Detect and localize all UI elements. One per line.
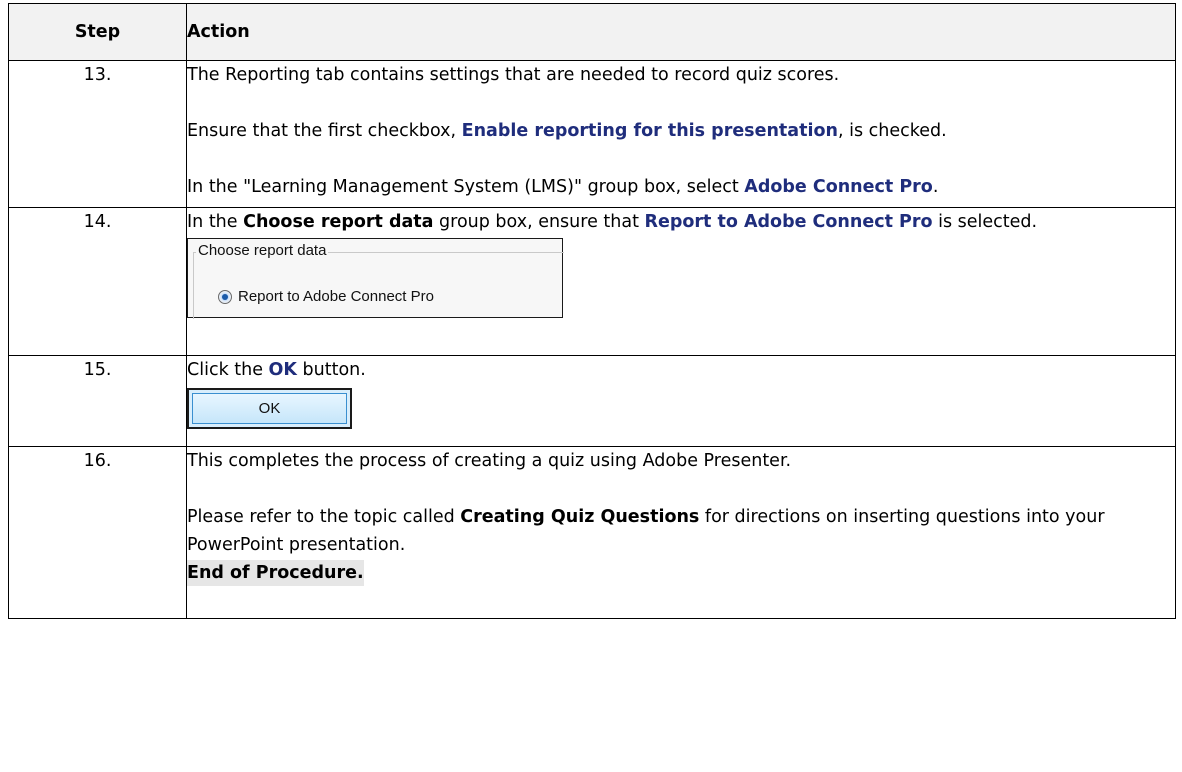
step-text: In the Choose report data group box, ens… xyxy=(187,208,1175,236)
step-sentence: In the "Learning Management System (LMS)… xyxy=(187,177,745,197)
header-step: Step xyxy=(8,3,187,61)
bold-choose-report-data: Choose report data xyxy=(243,212,434,232)
keyword-ok: OK xyxy=(268,360,297,380)
table-row: 14. In the Choose report data group box,… xyxy=(8,207,1176,356)
group-box-legend: Choose report data xyxy=(196,242,329,260)
step-sentence: button. xyxy=(296,360,366,380)
procedure-table: Step Action 13. The Reporting tab contai… xyxy=(8,3,1176,619)
table-row: 15. Click the OK button. OK xyxy=(8,355,1176,447)
step-text: Click the OK button. xyxy=(187,356,1175,384)
keyword-report-to-adobe-connect-pro: Report to Adobe Connect Pro xyxy=(644,212,933,232)
step-sentence: is selected. xyxy=(932,212,1038,232)
step-action: This completes the process of creating a… xyxy=(186,446,1176,619)
keyword-enable-reporting: Enable reporting for this presentation xyxy=(461,121,838,141)
step-text: The Reporting tab contains settings that… xyxy=(187,61,1175,89)
step-sentence: group box, ensure that xyxy=(433,212,645,232)
table-row: 13. The Reporting tab contains settings … xyxy=(8,60,1176,208)
radio-label[interactable]: Report to Adobe Connect Pro xyxy=(238,288,434,306)
step-action: In the Choose report data group box, ens… xyxy=(186,207,1176,356)
step-sentence: , is checked. xyxy=(837,121,947,141)
step-number: 16. xyxy=(8,446,187,619)
step-sentence: Please refer to the topic called xyxy=(187,507,461,527)
end-of-procedure-line: End of Procedure. xyxy=(187,559,1175,587)
ok-button-face[interactable]: OK xyxy=(192,393,347,424)
step-sentence: In the xyxy=(187,212,244,232)
step-text: This completes the process of creating a… xyxy=(187,447,1175,475)
step-text: Ensure that the first checkbox, Enable r… xyxy=(187,117,1175,145)
ok-button-label: OK xyxy=(258,399,281,417)
step-action: The Reporting tab contains settings that… xyxy=(186,60,1176,208)
step-sentence: This completes the process of creating a… xyxy=(187,451,792,471)
table-row: 16. This completes the process of creati… xyxy=(8,446,1176,619)
end-of-procedure: End of Procedure. xyxy=(187,560,364,586)
step-sentence: The Reporting tab contains settings that… xyxy=(187,65,840,85)
table-header-row: Step Action xyxy=(8,3,1176,61)
header-action: Action xyxy=(186,3,1176,61)
bold-creating-quiz-questions: Creating Quiz Questions xyxy=(460,507,700,527)
radio-selected-icon[interactable] xyxy=(218,290,232,304)
ok-button[interactable]: OK xyxy=(187,388,352,429)
keyword-adobe-connect-pro: Adobe Connect Pro xyxy=(744,177,933,197)
step-sentence: Click the xyxy=(187,360,269,380)
step-text: Please refer to the topic called Creatin… xyxy=(187,503,1175,559)
step-sentence: . xyxy=(932,177,939,197)
step-number: 14. xyxy=(8,207,187,356)
step-text: In the "Learning Management System (LMS)… xyxy=(187,173,1175,201)
choose-report-data-screenshot: Choose report data Report to Adobe Conne… xyxy=(187,238,564,319)
group-box-frame xyxy=(193,252,564,319)
step-number: 15. xyxy=(8,355,187,447)
step-sentence: Ensure that the first checkbox, xyxy=(187,121,462,141)
step-number: 13. xyxy=(8,60,187,208)
step-action: Click the OK button. OK xyxy=(186,355,1176,447)
